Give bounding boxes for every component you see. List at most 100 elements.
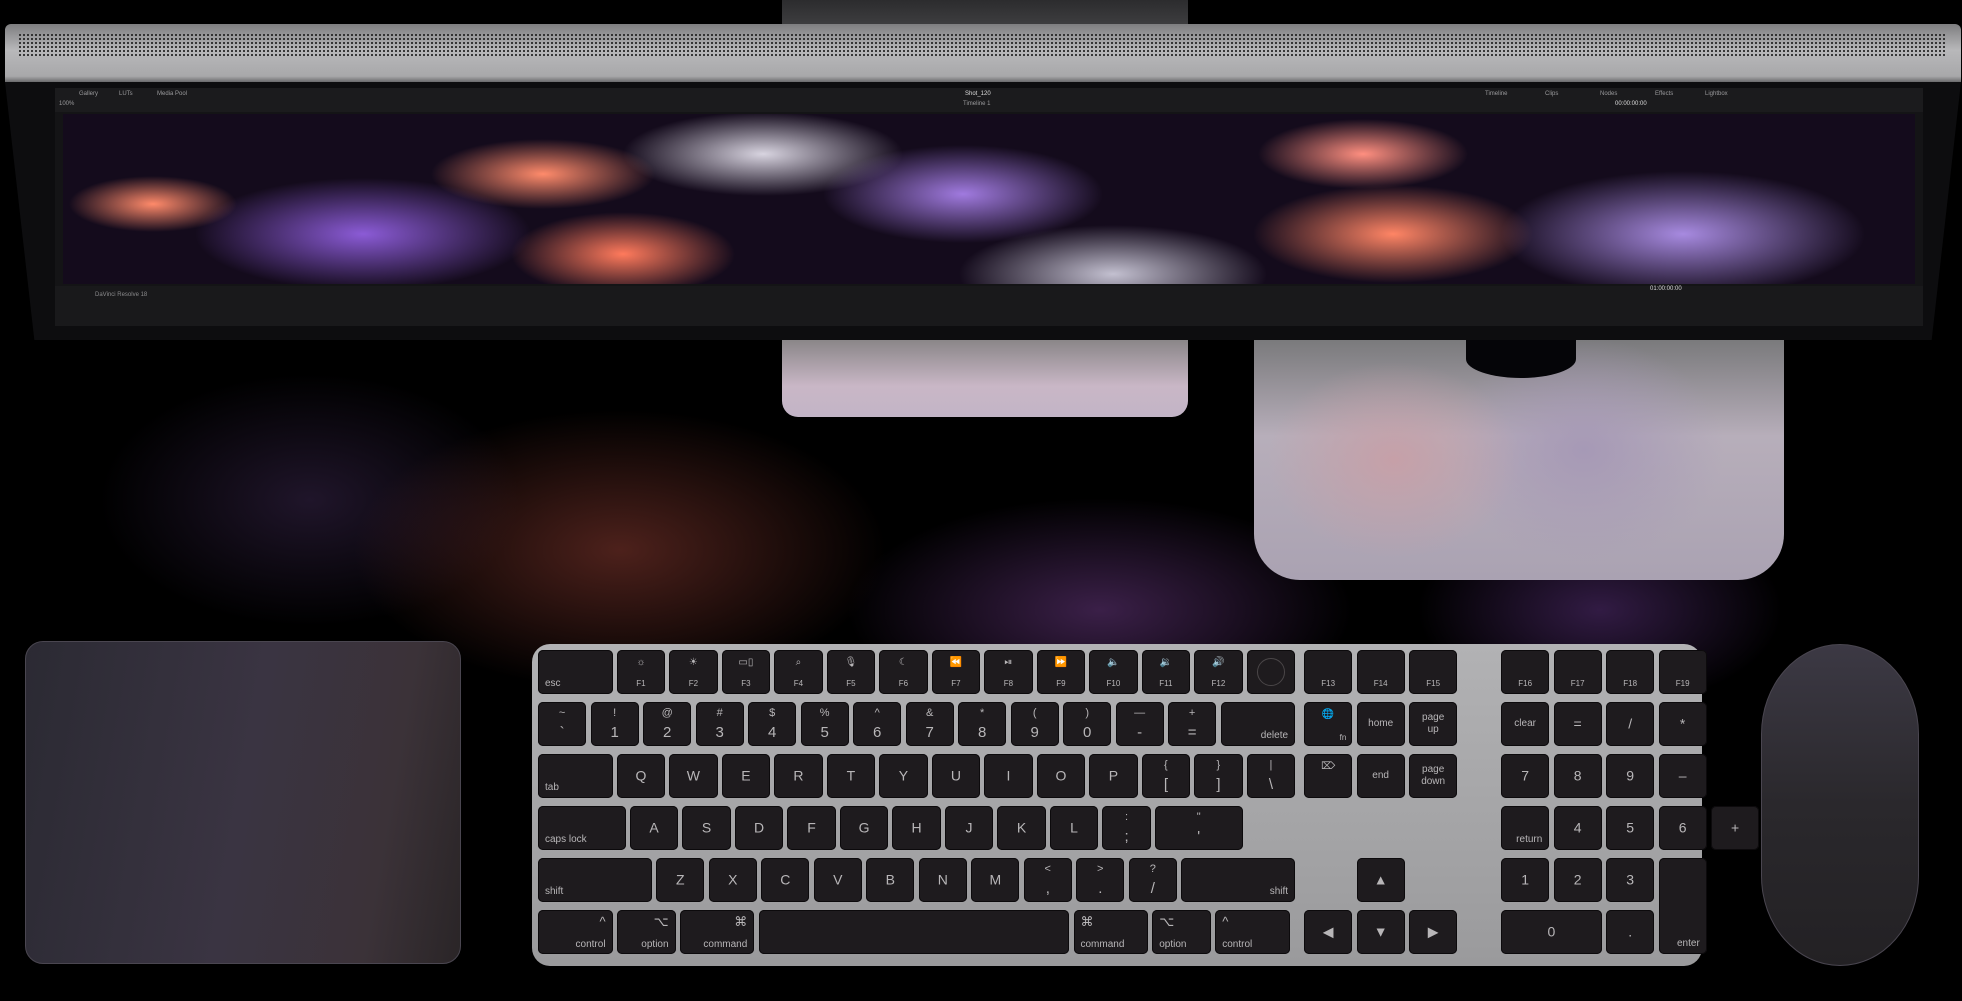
key-s[interactable]: S [682, 806, 731, 850]
key-symbol[interactable]: / [1606, 702, 1655, 746]
key-end[interactable]: end [1356, 754, 1405, 798]
key-b[interactable]: B [866, 858, 915, 902]
key-page-down[interactable]: page down [1409, 754, 1458, 798]
key-f2[interactable]: ☀ F2 [669, 650, 718, 694]
tab-clips[interactable]: Clips [1545, 91, 1558, 97]
key-1[interactable]: 1 [1501, 858, 1550, 902]
key-3[interactable]: #3 [695, 702, 744, 746]
key-0[interactable]: ) 0 [1063, 702, 1112, 746]
key-f7[interactable]: ⏪ F7 [931, 650, 981, 694]
tab-timeline[interactable]: Timeline [1485, 91, 1507, 97]
key-f5[interactable]: 🎙 F5 [826, 650, 876, 694]
magic-trackpad[interactable] [25, 641, 461, 964]
key-symbol[interactable]: ~ ` [538, 702, 587, 746]
key-symbol[interactable]: >. [1076, 858, 1125, 902]
key-v[interactable]: V [813, 858, 862, 902]
key-symbol[interactable]: " ' [1154, 806, 1243, 850]
key-symbol[interactable]: :; [1102, 806, 1151, 850]
key-i[interactable]: I [984, 754, 1033, 798]
key-symbol[interactable]: * [1658, 702, 1707, 746]
key-m[interactable]: M [971, 858, 1020, 902]
key-x[interactable]: X [708, 858, 757, 902]
tab-gallery[interactable]: Gallery [79, 91, 98, 97]
key-symbol[interactable]: — - [1115, 702, 1164, 746]
key-symbol[interactable]: = [1553, 702, 1602, 746]
timeline-selector[interactable]: Timeline 1 [963, 101, 990, 107]
key-f12[interactable]: 🔊 F12 [1194, 650, 1243, 694]
key-f8[interactable]: ⏯ F8 [984, 650, 1033, 694]
key-y[interactable]: Y [879, 754, 928, 798]
key-9[interactable]: (9 [1010, 702, 1059, 746]
key-control[interactable]: ^ control [1215, 910, 1290, 954]
key-symbol[interactable]: ▲ [1356, 858, 1405, 902]
tab-nodes[interactable]: Nodes [1600, 91, 1617, 97]
key-8[interactable]: 8 [1553, 754, 1602, 798]
key-symbol[interactable]: ▶ [1409, 910, 1458, 954]
key-z[interactable]: Z [656, 858, 705, 902]
tab-luts[interactable]: LUTs [119, 91, 133, 97]
key-5[interactable]: 5 [1606, 806, 1655, 850]
key-f3[interactable]: ▭▯ F3 [721, 650, 771, 694]
key-page-up[interactable]: page up [1409, 702, 1458, 746]
key-u[interactable]: U [931, 754, 981, 798]
key-symbol[interactable]: . [1606, 910, 1655, 954]
key-k[interactable]: K [997, 806, 1046, 850]
touch-id-sensor-icon[interactable] [1256, 658, 1285, 686]
key-2[interactable]: 2 [1553, 858, 1602, 902]
key-a[interactable]: A [629, 806, 679, 850]
key-d[interactable]: D [734, 806, 784, 850]
key-f4[interactable]: ⌕ F4 [774, 650, 823, 694]
tab-effects[interactable]: Effects [1655, 91, 1673, 97]
key-r[interactable]: R [774, 754, 823, 798]
key-f10[interactable]: 🔈 F10 [1089, 650, 1138, 694]
key-g[interactable]: G [839, 806, 889, 850]
key-command[interactable]: ⌘ command [1073, 910, 1149, 954]
key-j[interactable]: J [944, 806, 994, 850]
key-f11[interactable]: 🔉 F11 [1141, 650, 1191, 694]
key-symbol[interactable]: {[ [1141, 754, 1191, 798]
key-symbol[interactable]: + [1711, 806, 1760, 850]
key-symbol[interactable]: + = [1168, 702, 1217, 746]
key-p[interactable]: P [1089, 754, 1138, 798]
key-f9[interactable]: ⏩ F9 [1036, 650, 1086, 694]
tab-media-pool[interactable]: Media Pool [157, 91, 187, 97]
key-fn[interactable]: 🌐 fn [1304, 702, 1353, 746]
key-symbol[interactable]: ▼ [1356, 910, 1405, 954]
key-esc[interactable]: esc [538, 650, 613, 694]
key-enter[interactable]: enter [1658, 858, 1707, 954]
key-clear[interactable]: clear [1501, 702, 1550, 746]
key-e[interactable]: E [721, 754, 771, 798]
key-f14[interactable]: F14 [1356, 650, 1405, 694]
tab-lightbox[interactable]: Lightbox [1705, 91, 1728, 97]
key-f18[interactable]: F18 [1606, 650, 1655, 694]
key-shift[interactable]: shift [538, 858, 652, 902]
key-6[interactable]: 6 [1658, 806, 1707, 850]
key-4[interactable]: $4 [748, 702, 797, 746]
key-w[interactable]: W [669, 754, 718, 798]
key-6[interactable]: ^ 6 [853, 702, 902, 746]
magic-mouse[interactable] [1761, 644, 1919, 966]
key-symbol[interactable]: | \ [1246, 754, 1296, 798]
zoom-level[interactable]: 100% [59, 101, 74, 107]
key-shift[interactable]: shift [1181, 858, 1296, 902]
key-option[interactable]: ⌥ option [616, 910, 676, 954]
key-5[interactable]: % 5 [800, 702, 849, 746]
key-control[interactable]: ^ control [538, 910, 613, 954]
key-c[interactable]: C [761, 858, 810, 902]
key-caps-lock[interactable]: caps lock [538, 806, 626, 850]
key-q[interactable]: Q [616, 754, 666, 798]
key-4[interactable]: 4 [1553, 806, 1602, 850]
key-8[interactable]: * 8 [958, 702, 1007, 746]
key-f17[interactable]: F17 [1553, 650, 1602, 694]
key-f16[interactable]: F16 [1501, 650, 1550, 694]
key-f6[interactable]: ☾ F6 [879, 650, 928, 694]
key-l[interactable]: L [1049, 806, 1099, 850]
key-delete[interactable]: delete [1220, 702, 1296, 746]
key-7[interactable]: 7 [1501, 754, 1550, 798]
key-f[interactable]: F [787, 806, 836, 850]
key-symbol[interactable]: – [1658, 754, 1707, 798]
key-f19[interactable]: F19 [1658, 650, 1707, 694]
key-symbol[interactable]: ◀ [1304, 910, 1353, 954]
key-symbol[interactable]: ? / [1128, 858, 1177, 902]
key-home[interactable]: home [1356, 702, 1405, 746]
